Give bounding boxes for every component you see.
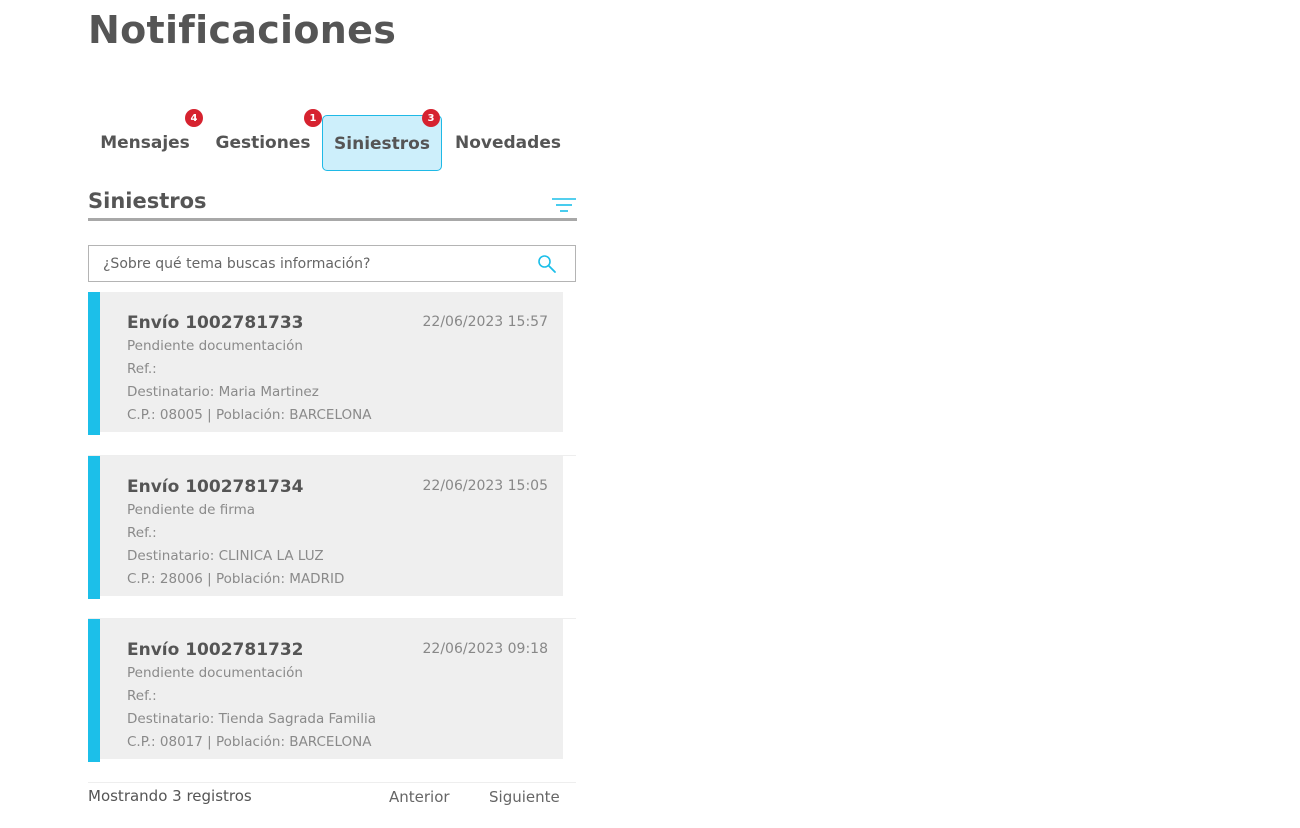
tab-label: Gestiones (215, 133, 311, 153)
card-location: C.P.: 28006 | Población: MADRID (127, 570, 345, 587)
status-accent-bar (88, 455, 100, 599)
search-input[interactable] (89, 246, 519, 281)
records-count: Mostrando 3 registros (88, 787, 252, 805)
tab-gestiones[interactable]: Gestiones 1 (209, 109, 322, 169)
list-item: Envío 1002781734 22/06/2023 15:05 Pendie… (88, 455, 576, 619)
card-ref: Ref.: (127, 361, 157, 377)
status-accent-bar (88, 619, 100, 762)
count-badge: 4 (185, 109, 203, 127)
card-status: Pendiente de firma (127, 501, 255, 518)
notification-card[interactable]: Envío 1002781734 22/06/2023 15:05 Pendie… (100, 455, 563, 596)
tab-label: Novedades (455, 133, 561, 153)
card-date: 22/06/2023 09:18 (422, 641, 549, 657)
list-item: Envío 1002781733 22/06/2023 15:57 Pendie… (88, 292, 576, 456)
card-status: Pendiente documentación (127, 665, 303, 681)
count-badge: 1 (304, 109, 322, 127)
card-location: C.P.: 08005 | Población: BARCELONA (127, 407, 372, 423)
card-title: Envío 1002781734 (127, 476, 304, 497)
card-recipient: Destinatario: Tienda Sagrada Familia (127, 711, 376, 727)
card-ref: Ref.: (127, 524, 157, 541)
notification-tabs: Mensajes 4 Gestiones 1 Siniestros 3 Nove… (88, 109, 578, 171)
notification-card[interactable]: Envío 1002781733 22/06/2023 15:57 Pendie… (100, 292, 563, 432)
count-badge: 3 (422, 109, 440, 127)
card-recipient: Destinatario: Maria Martinez (127, 384, 319, 400)
page-title: Notificaciones (88, 8, 397, 52)
search-box (88, 245, 576, 282)
next-page-button[interactable]: Siguiente (489, 788, 560, 806)
tab-label: Siniestros (334, 134, 430, 154)
card-title: Envío 1002781732 (127, 640, 304, 660)
card-title: Envío 1002781733 (127, 313, 304, 333)
tab-siniestros[interactable]: Siniestros 3 (322, 109, 442, 171)
filter-icon[interactable] (551, 196, 577, 216)
card-date: 22/06/2023 15:05 (422, 477, 549, 494)
card-date: 22/06/2023 15:57 (422, 314, 549, 330)
list-item: Envío 1002781732 22/06/2023 09:18 Pendie… (88, 619, 576, 783)
card-recipient: Destinatario: CLINICA LA LUZ (127, 547, 324, 564)
card-location: C.P.: 08017 | Población: BARCELONA (127, 734, 372, 750)
search-icon[interactable] (537, 254, 557, 274)
notification-card[interactable]: Envío 1002781732 22/06/2023 09:18 Pendie… (100, 619, 563, 759)
tab-novedades[interactable]: Novedades (448, 115, 568, 169)
section-header: Siniestros (88, 187, 577, 221)
card-status: Pendiente documentación (127, 338, 303, 354)
status-accent-bar (88, 292, 100, 435)
previous-page-button[interactable]: Anterior (389, 788, 450, 806)
card-ref: Ref.: (127, 688, 157, 704)
notification-list: Envío 1002781733 22/06/2023 15:57 Pendie… (88, 292, 576, 783)
notifications-page: Notificaciones Mensajes 4 Gestiones 1 Si… (0, 0, 1300, 828)
section-title: Siniestros (88, 189, 207, 213)
tab-mensajes[interactable]: Mensajes 4 (88, 109, 203, 169)
pagination-footer: Mostrando 3 registros Anterior Siguiente (88, 787, 576, 811)
tab-label: Mensajes (100, 133, 190, 153)
